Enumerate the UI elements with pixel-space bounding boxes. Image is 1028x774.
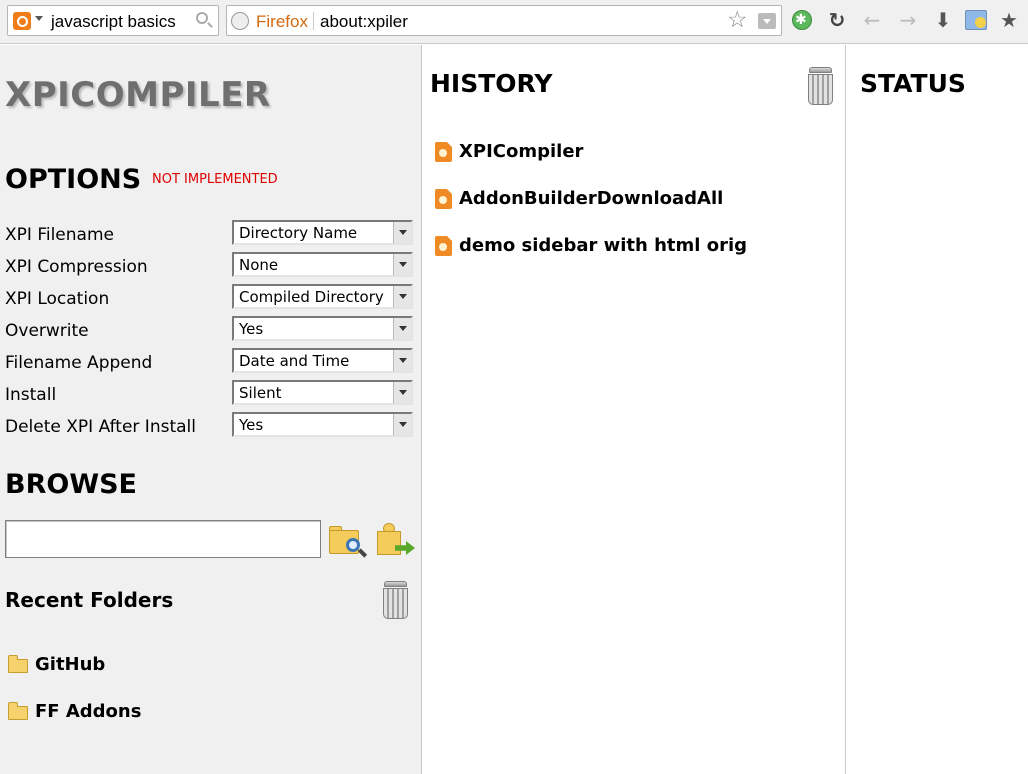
back-arrow-icon[interactable]: ←	[861, 9, 883, 31]
chevron-down-icon[interactable]	[393, 382, 411, 403]
option-label: Overwrite	[5, 321, 89, 341]
url-input-text[interactable]: about:xpiler	[320, 12, 408, 32]
identity-label[interactable]: Firefox	[256, 12, 308, 32]
chevron-down-icon[interactable]	[393, 222, 411, 243]
search-engine-icon[interactable]	[13, 12, 31, 30]
xpi-filename-select[interactable]: Directory Name	[232, 220, 413, 245]
xpi-file-icon	[435, 189, 452, 209]
compile-addon-icon[interactable]	[375, 521, 415, 559]
xpi-file-icon	[435, 236, 452, 256]
folder-icon	[8, 702, 28, 720]
history-item-label[interactable]: AddonBuilderDownloadAll	[459, 188, 723, 209]
option-label: Delete XPI After Install	[5, 417, 196, 437]
option-row-overwrite: Overwrite Yes	[0, 316, 422, 348]
url-bar[interactable]: Firefox about:xpiler ☆	[226, 5, 782, 36]
engine-dropdown-icon[interactable]	[35, 16, 43, 21]
option-row-xpi-location: XPI Location Compiled Directory	[0, 284, 422, 316]
star-icon[interactable]: ☆	[727, 7, 748, 33]
addon-toolbar-icon[interactable]	[965, 10, 987, 30]
option-row-delete-xpi: Delete XPI After Install Yes	[0, 412, 422, 444]
option-label: Filename Append	[5, 353, 153, 373]
search-box[interactable]: javascript basics	[7, 5, 219, 36]
addon-status-icon[interactable]	[792, 9, 812, 31]
folder-label[interactable]: FF Addons	[35, 701, 141, 722]
status-heading: STATUS	[860, 69, 966, 98]
forward-arrow-icon[interactable]: →	[897, 9, 919, 31]
option-row-install: Install Silent	[0, 380, 422, 412]
history-heading: HISTORY	[430, 69, 553, 98]
xpi-compression-select[interactable]: None	[232, 252, 413, 277]
select-value: Date and Time	[239, 352, 350, 370]
select-value: Silent	[239, 384, 282, 402]
history-panel: HISTORY XPICompiler AddonBuilderDownload…	[423, 45, 846, 774]
compiler-panel: XPICOMPILER OPTIONS NOT IMPLEMENTED XPI …	[0, 45, 422, 774]
filename-append-select[interactable]: Date and Time	[232, 348, 413, 373]
options-heading: OPTIONS	[5, 164, 142, 195]
option-label: XPI Compression	[5, 257, 148, 277]
chevron-down-icon[interactable]	[393, 318, 411, 339]
not-implemented-badge: NOT IMPLEMENTED	[152, 172, 278, 187]
option-row-xpi-filename: XPI Filename Directory Name	[0, 220, 422, 252]
recent-folders-heading: Recent Folders	[5, 588, 174, 612]
chevron-down-icon[interactable]	[393, 254, 411, 275]
overwrite-select[interactable]: Yes	[232, 316, 413, 341]
browse-heading: BROWSE	[5, 469, 137, 500]
folder-search-icon[interactable]	[329, 524, 368, 558]
clear-history-trash-icon[interactable]	[807, 67, 834, 105]
search-icon[interactable]	[196, 12, 208, 24]
xpi-location-select[interactable]: Compiled Directory	[232, 284, 413, 309]
option-label: Install	[5, 385, 57, 405]
url-separator	[313, 12, 314, 30]
browse-path-input[interactable]	[5, 520, 321, 558]
select-value: Directory Name	[239, 224, 358, 242]
folder-label[interactable]: GitHub	[35, 654, 105, 675]
clear-recent-trash-icon[interactable]	[382, 581, 409, 619]
status-panel: STATUS	[847, 45, 1028, 774]
xpi-file-icon	[435, 142, 452, 162]
download-icon[interactable]: ⬇	[932, 9, 954, 31]
select-value: None	[239, 256, 279, 274]
select-value: Compiled Directory	[239, 288, 384, 306]
chevron-down-icon[interactable]	[393, 414, 411, 435]
app-title: XPICOMPILER	[5, 75, 271, 115]
browser-toolbar: javascript basics Firefox about:xpiler ☆…	[0, 0, 1028, 44]
option-label: XPI Location	[5, 289, 110, 309]
option-row-filename-append: Filename Append Date and Time	[0, 348, 422, 380]
option-row-xpi-compression: XPI Compression None	[0, 252, 422, 284]
search-input-text[interactable]: javascript basics	[51, 12, 176, 32]
select-value: Yes	[239, 320, 264, 338]
select-value: Yes	[239, 416, 264, 434]
chevron-down-icon[interactable]	[393, 350, 411, 371]
folder-icon	[8, 655, 28, 673]
reload-icon[interactable]: ↻	[826, 9, 848, 31]
install-select[interactable]: Silent	[232, 380, 413, 405]
history-item-label[interactable]: demo sidebar with html orig	[459, 235, 747, 256]
site-identity-icon[interactable]	[231, 12, 249, 30]
chevron-down-icon[interactable]	[393, 286, 411, 307]
url-history-dropdown-icon[interactable]	[758, 13, 776, 29]
option-label: XPI Filename	[5, 225, 114, 245]
bookmarks-icon[interactable]: ★	[998, 9, 1020, 31]
delete-xpi-select[interactable]: Yes	[232, 412, 413, 437]
history-item-label[interactable]: XPICompiler	[459, 141, 583, 162]
